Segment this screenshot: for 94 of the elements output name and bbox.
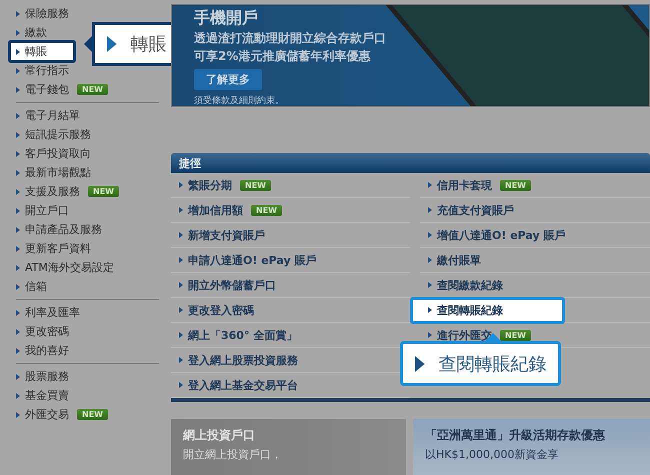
bullet-icon [16, 68, 20, 74]
new-badge: NEW [240, 180, 271, 191]
learn-more-button[interactable]: 了解更多 [194, 69, 262, 90]
sidebar-item[interactable]: 基金買賣 [8, 386, 73, 405]
shortcut-tooltip: 查閱轉賬紀錄 [400, 341, 561, 386]
bullet-icon [428, 282, 432, 288]
bullet-icon [428, 232, 432, 238]
shortcut-link[interactable]: 查閱繳款紀錄 [428, 278, 503, 293]
bullet-icon [16, 310, 20, 316]
bullet-icon [16, 412, 20, 418]
shortcut-link[interactable]: 增加信用額 NEW [179, 202, 282, 218]
sidebar-item[interactable]: 更新客戶資料 [8, 239, 95, 258]
bullet-icon [16, 264, 20, 270]
sidebar-item[interactable]: 電子月結單 [8, 106, 84, 125]
promo-text: 開立網上投資戶口， [183, 447, 283, 462]
sidebar-item[interactable]: ATM海外交易設定 [8, 258, 118, 277]
triangle-icon [415, 356, 425, 372]
promo-title: 網上投資戶口 [183, 427, 256, 444]
bullet-icon [16, 328, 20, 334]
bullet-icon [16, 170, 20, 176]
shortcut-link[interactable]: 充值支付資賬戶 [428, 202, 514, 218]
sidebar-item[interactable]: 支援及服務 NEW [8, 182, 123, 201]
shortcut-link[interactable]: 增值八達通O! ePay 賬戶 [428, 228, 566, 243]
new-badge: NEW [500, 180, 531, 191]
bullet-icon [16, 86, 20, 92]
new-badge: NEW [500, 330, 531, 341]
terms-note: 須受條款及細則約束。 [194, 94, 285, 106]
bullet-icon [16, 208, 20, 214]
shortcut-link[interactable]: 登入網上股票投資服務 [179, 352, 298, 368]
shortcut-link[interactable]: 新增支付資賬戶 [179, 228, 265, 243]
bullet-icon [16, 132, 20, 138]
shortcut-link[interactable]: 網上「360° 全面賞」 [179, 328, 298, 343]
bullet-icon [179, 382, 183, 388]
promo-title: 「亞洲萬里通」升級活期存款優惠 [425, 427, 606, 444]
sidebar-item[interactable]: 外匯交易 NEW [8, 405, 112, 424]
bullet-icon [16, 226, 20, 232]
sidebar-item[interactable]: 申請產品及服務 [8, 220, 106, 239]
sidebar-item[interactable]: 電子錢包 NEW [8, 80, 112, 99]
callout-pointer [84, 35, 93, 53]
bullet-icon [16, 10, 20, 16]
bullet-icon [16, 392, 20, 398]
bullet-icon [428, 257, 432, 264]
bullet-icon [16, 188, 20, 194]
bullet-icon [16, 246, 20, 252]
bullet-icon [179, 332, 183, 338]
panel-header: 捷徑 [171, 153, 650, 174]
bullet-icon [16, 374, 20, 380]
shortcut-link[interactable]: 登入網上基金交易平台 [179, 378, 298, 393]
bullet-icon [179, 257, 183, 264]
bullet-icon [179, 182, 183, 188]
bullet-icon [16, 150, 20, 156]
sidebar-item[interactable]: 客戶投資取向 [8, 144, 95, 163]
banner-text: 透過渣打流動理財開立綜合存款戶口 [194, 30, 386, 47]
sidebar-item[interactable]: 股票服務 [8, 367, 73, 386]
new-badge: NEW [251, 204, 282, 216]
shortcut-link[interactable]: 繁賬分期 NEW [179, 178, 271, 193]
sidebar-item[interactable]: 最新市場觀點 [8, 163, 95, 182]
sidebar-item[interactable]: 繳款 [8, 23, 51, 42]
shortcut-link[interactable]: 信用卡套現 NEW [428, 178, 531, 193]
shortcut-link[interactable]: 更改登入密碼 [179, 302, 254, 318]
sidebar-item[interactable]: 轉賬 [8, 40, 76, 63]
bullet-icon [16, 48, 20, 54]
banner-title: 手機開戶 [194, 8, 259, 29]
bullet-icon [428, 207, 432, 214]
shortcut-link[interactable]: 申請八達通O! ePay 賬戶 [179, 252, 317, 268]
bullet-icon [428, 182, 432, 188]
sidebar-item[interactable]: 保險服務 [8, 4, 73, 23]
bullet-icon [179, 307, 183, 314]
bullet-icon [16, 348, 20, 354]
bullet-icon [16, 30, 20, 36]
sidebar-item[interactable]: 信箱 [8, 277, 51, 296]
sidebar-item[interactable]: 更改密碼 [8, 322, 73, 341]
bullet-icon [179, 357, 183, 364]
shortcut-link[interactable]: 繳付賬單 [428, 252, 481, 268]
banner-text: 可享2%港元推廣儲蓄年利率優惠 [194, 48, 372, 65]
sidebar-item[interactable]: 我的喜好 [8, 341, 73, 360]
bullet-icon [179, 232, 183, 238]
bullet-icon [179, 207, 183, 214]
bullet-icon [179, 282, 183, 288]
sidebar-item[interactable]: 短訊提示服務 [8, 125, 95, 144]
bullet-icon [16, 112, 20, 118]
new-badge: NEW [77, 84, 108, 95]
sidebar-item[interactable]: 利率及匯率 [8, 303, 84, 322]
sidebar-item[interactable]: 開立戶口 [8, 201, 73, 220]
sidebar-item[interactable]: 常行指示 [8, 61, 73, 80]
bullet-icon [428, 332, 432, 338]
bullet-icon [428, 307, 432, 314]
new-badge: NEW [88, 186, 119, 197]
shortcut-link[interactable]: 查閱轉賬紀錄 [410, 296, 565, 324]
triangle-icon [107, 36, 117, 52]
bullet-icon [16, 284, 20, 290]
new-badge: NEW [77, 409, 108, 420]
shortcut-link[interactable]: 開立外幣儲蓄戶口 [179, 278, 276, 293]
promo-text: 以HK$1,000,000新資金享 [425, 447, 560, 462]
